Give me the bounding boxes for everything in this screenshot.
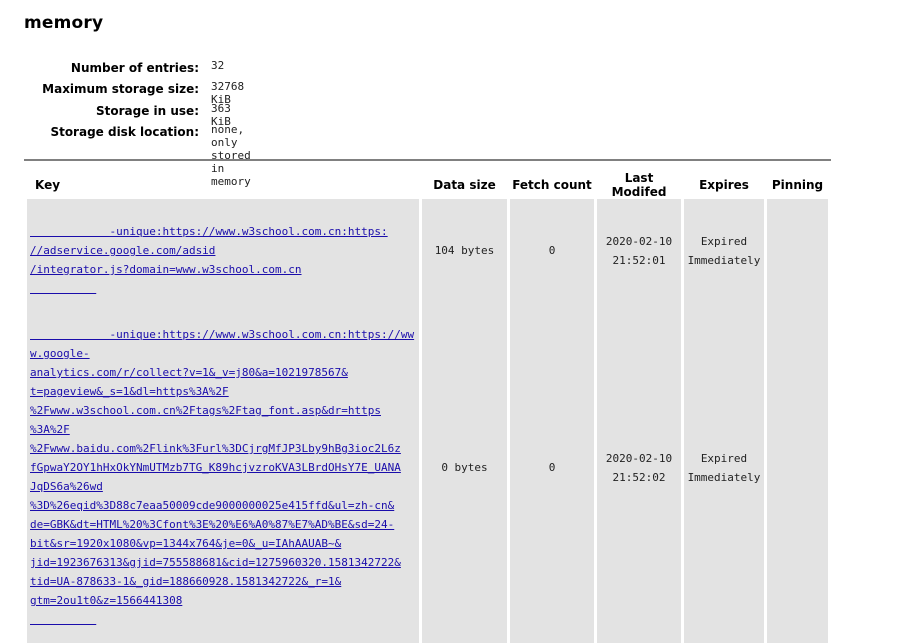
column-header-last-modified: Last Modifed xyxy=(611,171,667,199)
key-line: de=GBK&dt=HTML%20%3Cfont%3E%20%E6%A0%87%… xyxy=(30,518,395,531)
expires-cell: Expired Immediately xyxy=(684,199,764,302)
summary-value: 32 xyxy=(211,59,225,72)
divider xyxy=(24,159,831,161)
cache-entries-table: Key Data size Fetch count Last Modifed E… xyxy=(24,171,831,643)
table-row: -unique:https://www.w3school.com.cn:http… xyxy=(27,199,828,302)
key-cell: -unique:https://www.w3school.com.cn:http… xyxy=(27,302,419,633)
expires-line: Immediately xyxy=(687,253,761,267)
cache-entry-key-link[interactable]: -unique:https://www.w3school.com.cn:http… xyxy=(30,306,419,629)
expires-line: Immediately xyxy=(687,470,761,484)
key-line: -unique:https://www.w3school.com.cn:http… xyxy=(109,225,388,238)
last-modified-date: 2020-02-10 xyxy=(605,451,673,465)
key-line: fGpwaY2OY1hHxOkYNmUTMzb7TG_K89hcjvzroKVA… xyxy=(30,461,401,474)
cache-page: memory Number of entries: 32 Maximum sto… xyxy=(0,0,900,643)
key-line: tid=UA-878633-1&_gid=188660928.158134272… xyxy=(30,575,342,588)
cache-entry-key-link[interactable]: -unique:https://www.w3school.com.cn:http… xyxy=(30,203,419,298)
last-modified-date: 2020-02-10 xyxy=(605,234,673,248)
expires-line: Expired xyxy=(700,234,748,248)
page-title: memory xyxy=(24,13,104,33)
key-cell: -unique:https://www.w3school.com.cn:http… xyxy=(27,199,419,302)
column-header-data-size: Data size xyxy=(433,178,496,192)
summary-label: Maximum storage size: xyxy=(42,82,199,97)
summary-label: Storage in use: xyxy=(95,103,199,118)
last-modified-time: 21:52:02 xyxy=(612,470,666,484)
fetch-count-cell: 0 xyxy=(510,199,594,302)
pinning-cell xyxy=(767,302,828,633)
expires-line: Expired xyxy=(700,451,748,465)
column-header-pinning: Pinning xyxy=(771,178,824,192)
data-size-cell: 104 bytes xyxy=(422,199,507,302)
column-header-fetch-count: Fetch count xyxy=(512,178,592,192)
key-line: bit&sr=1920x1080&vp=1344x764&je=0&_u=IAh… xyxy=(30,537,342,550)
last-modified-cell: 2020-02-10 21:52:02 xyxy=(597,302,681,633)
table-row: -unique:https://www.w3school.com.cn:http… xyxy=(27,302,828,633)
summary-label: Number of entries: xyxy=(70,61,199,75)
column-header-key: Key xyxy=(35,178,61,192)
key-line: //adservice.google.com/adsid xyxy=(30,244,216,257)
key-line: -unique:https://www.w3school.com.cn:http… xyxy=(30,328,415,360)
expires-cell: Expired Immediately xyxy=(684,302,764,633)
key-line: /integrator.js?domain=www.w3school.com.c… xyxy=(30,263,302,276)
key-line: jid=1923676313&gjid=755588681&cid=127596… xyxy=(30,556,401,569)
key-line: %2Fwww.w3school.com.cn%2Ftags%2Ftag_font… xyxy=(30,404,381,417)
column-header-expires: Expires xyxy=(699,178,749,192)
key-line: analytics.com/r/collect?v=1&_v=j80&a=102… xyxy=(30,366,348,379)
key-line: t=pageview&_s=1&dl=https%3A%2F xyxy=(30,385,229,398)
key-line: %3D%26eqid%3D88c7eaa50009cde9000000025e4… xyxy=(30,499,395,512)
key-line: %3A%2F xyxy=(30,423,70,436)
key-line: gtm=2ou1t0&z=1566441308 xyxy=(30,594,183,607)
summary-label: Storage disk location: xyxy=(50,124,199,139)
key-line: JqDS6a%26wd xyxy=(30,480,103,493)
key-line: %2Fwww.baidu.com%2Flink%3Furl%3DCjrgMfJP… xyxy=(30,442,401,455)
last-modified-cell: 2020-02-10 21:52:01 xyxy=(597,199,681,302)
table-row xyxy=(27,633,828,643)
fetch-count-cell: 0 xyxy=(510,302,594,633)
pinning-cell xyxy=(767,199,828,302)
data-size-cell: 0 bytes xyxy=(422,302,507,633)
table-header-row: Key Data size Fetch count Last Modifed E… xyxy=(27,171,828,199)
last-modified-time: 21:52:01 xyxy=(612,253,666,267)
